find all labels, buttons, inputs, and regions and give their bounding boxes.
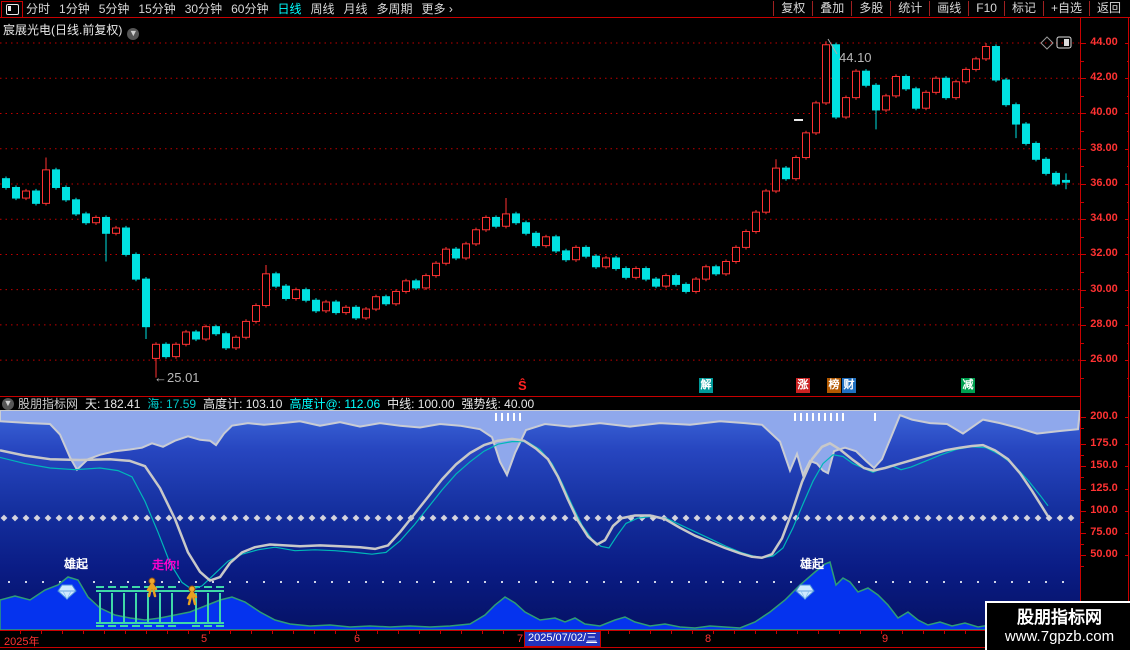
time-tick-label: 7 <box>517 633 524 645</box>
price-tick-label: 26.00 <box>1090 353 1118 366</box>
signal-marker-减: 减 <box>961 378 975 393</box>
price-axis: 44.00 42.00 40.00 38.00 36.00 34.00 32.00 30.00… <box>1080 18 1129 646</box>
watermark-site-url: www.7gpzb.com <box>1004 627 1115 645</box>
time-axis: 2025/07/02/三 2025年 5 6 7 8 9 <box>0 630 1130 648</box>
split-window-icon[interactable] <box>1 1 23 18</box>
right-toolbar: 复权 叠加 多股 统计 画线 F10 标记 +自选 返回 <box>773 1 1128 16</box>
candlestick-plot: 44.10 ←25.01 <box>0 36 1080 385</box>
top-toolbar: 分时 1分钟 5分钟 15分钟 30分钟 60分钟 日线 周线 月线 多周期 更多 › 复权 叠加 多股… <box>0 0 1130 18</box>
chevron-down-circle-icon[interactable]: ▼ <box>127 28 140 40</box>
price-tick-label: 40.00 <box>1090 106 1118 119</box>
indicator-tick-label: 50.00 <box>1090 548 1118 560</box>
time-tick-label: 2025年 <box>4 636 40 648</box>
period-item-日线[interactable]: 日线 <box>277 1 301 17</box>
signal-marker-财: 财 <box>842 378 856 393</box>
indicator-header: ▼ 股朋指标网 天: 182.41 海: 17.59 高度计: 103.10 高度计@… <box>0 397 1080 411</box>
chart-title[interactable]: 宸展光电(日线.前复权) ▼ <box>3 21 140 40</box>
indicator-tick-label: 125.0 <box>1090 482 1118 494</box>
period-item-1分钟[interactable]: 1分钟 <box>59 1 90 17</box>
price-tick-label: 30.00 <box>1090 282 1118 295</box>
signal-marker-涨: 涨 <box>796 378 810 393</box>
tool-item-复权[interactable]: 复权 <box>773 1 812 16</box>
tool-item-画线[interactable]: 画线 <box>929 1 968 16</box>
signal-marker-榜: 榜 <box>827 378 841 393</box>
time-tick-label: 8 <box>705 633 712 645</box>
tool-item-叠加[interactable]: 叠加 <box>812 1 851 16</box>
period-toolbar: 分时 1分钟 5分钟 15分钟 30分钟 60分钟 日线 周线 月线 多周期 更多 › <box>26 1 453 17</box>
price-tick-label: 38.00 <box>1090 141 1118 154</box>
period-item-60分钟[interactable]: 60分钟 <box>231 1 268 17</box>
price-tick-label: 34.00 <box>1090 212 1118 225</box>
period-item-15分钟[interactable]: 15分钟 <box>138 1 175 17</box>
marker-dash <box>794 119 803 121</box>
main-candle-chart[interactable]: 宸展光电(日线.前复权) ▼ 44.10 ←25.01 Ŝ 解 涨 榜财 减 <box>0 18 1080 396</box>
tool-item-统计[interactable]: 统计 <box>890 1 929 16</box>
price-tick-label: 32.00 <box>1090 247 1118 260</box>
signal-marker-Ŝ: Ŝ <box>518 378 527 393</box>
indicator-annotation: 走你! <box>152 557 180 572</box>
price-tick-label: 36.00 <box>1090 176 1118 189</box>
period-item-5分钟[interactable]: 5分钟 <box>99 1 130 17</box>
period-item-更多 ›[interactable]: 更多 › <box>422 1 453 17</box>
price-tick-label: 44.00 <box>1090 36 1118 48</box>
period-item-多周期[interactable]: 多周期 <box>377 1 413 17</box>
low-annotation: ←25.01 <box>154 370 200 385</box>
watermark-box: 股朋指标网 www.7gpzb.com <box>985 601 1130 650</box>
tool-item-多股[interactable]: 多股 <box>851 1 890 16</box>
indicator-panel[interactable]: 雄起 走你! 雄起 <box>0 410 1080 630</box>
tool-item-返回[interactable]: 返回 <box>1088 1 1128 16</box>
period-item-30分钟[interactable]: 30分钟 <box>185 1 222 17</box>
crosshair-date-box: 2025/07/02/三 <box>524 631 602 647</box>
tool-item-标记[interactable]: 标记 <box>1003 1 1043 16</box>
indicator-annotation: 雄起 <box>799 556 825 571</box>
price-tick-label: 42.00 <box>1090 71 1118 84</box>
indicator-tick-label: 75.00 <box>1090 526 1118 538</box>
tool-item-F10[interactable]: F10 <box>968 1 1004 16</box>
chevron-down-circle-icon[interactable]: ▼ <box>2 397 14 410</box>
period-item-月线[interactable]: 月线 <box>344 1 368 17</box>
time-tick-label: 6 <box>354 633 361 645</box>
time-tick-label: 9 <box>882 633 889 645</box>
period-item-周线[interactable]: 周线 <box>310 1 334 17</box>
indicator-tick-label: 200.0 <box>1090 410 1118 422</box>
indicator-annotation: 雄起 <box>63 556 89 571</box>
indicator-tick-label: 150.0 <box>1090 459 1118 471</box>
watermark-site-name: 股朋指标网 <box>1017 607 1102 627</box>
tool-item-+自选[interactable]: +自选 <box>1042 1 1089 16</box>
candlestick-series <box>2 41 1070 378</box>
signal-marker-解: 解 <box>699 378 713 393</box>
price-tick-label: 28.00 <box>1090 317 1118 330</box>
high-annotation: 44.10 <box>839 50 872 65</box>
indicator-plot: 雄起 走你! 雄起 <box>0 410 1080 630</box>
trading-app-window: 分时 1分钟 5分钟 15分钟 30分钟 60分钟 日线 周线 月线 多周期 更多 › 复权 叠加 多股… <box>0 0 1130 650</box>
symbol-title: 宸展光电(日线.前复权) <box>3 23 123 37</box>
period-item-分时[interactable]: 分时 <box>26 1 50 17</box>
time-tick-label: 5 <box>201 633 208 645</box>
indicator-tick-label: 100.0 <box>1090 504 1118 516</box>
indicator-tick-label: 175.0 <box>1090 437 1118 449</box>
